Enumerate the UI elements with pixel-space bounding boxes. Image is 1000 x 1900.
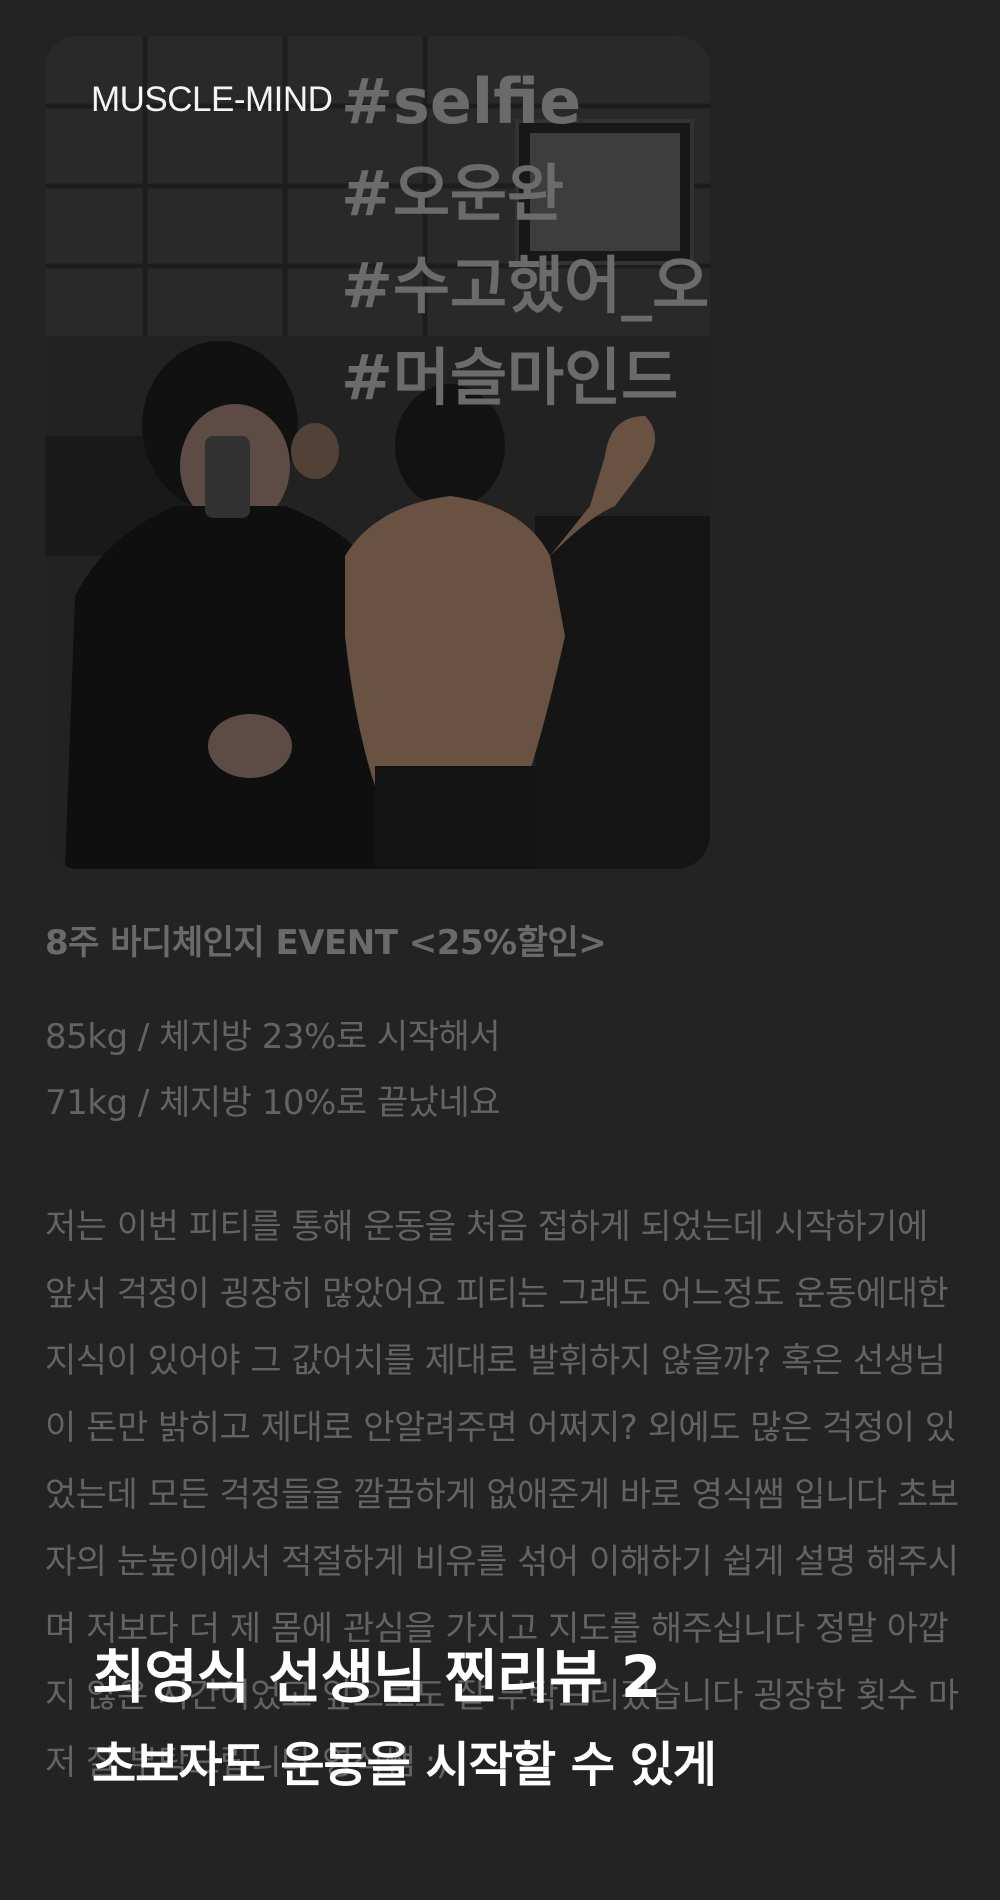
photo-card: MUSCLE-MIND #selfie #오운완 #수고했어_오 #머슬마인드 [45,36,710,869]
brand-logo: MUSCLE-MIND [91,80,333,119]
hashtag-item: #selfie [341,65,582,138]
hashtag-item: #오운완 [341,157,565,230]
stat-line: 85kg / 체지방 23%로 시작해서 [45,1017,501,1057]
overlay-title: 최영식 선생님 찐리뷰 2 [92,1643,661,1711]
hashtag-overlay: #selfie #오운완 #수고했어_오 #머슬마인드 [341,56,709,424]
overlay-subtitle: 초보자도 운동을 시작할 수 있게 [92,1737,717,1793]
event-title: 8주 바디체인지 EVENT <25%할인> [45,923,607,963]
hashtag-item: #머슬마인드 [341,341,679,414]
stat-line: 71kg / 체지방 10%로 끝났네요 [45,1083,501,1123]
body-stats: 85kg / 체지방 23%로 시작해서 71kg / 체지방 10%로 끝났네… [45,1004,965,1136]
hashtag-item: #수고했어_오 [341,249,710,322]
